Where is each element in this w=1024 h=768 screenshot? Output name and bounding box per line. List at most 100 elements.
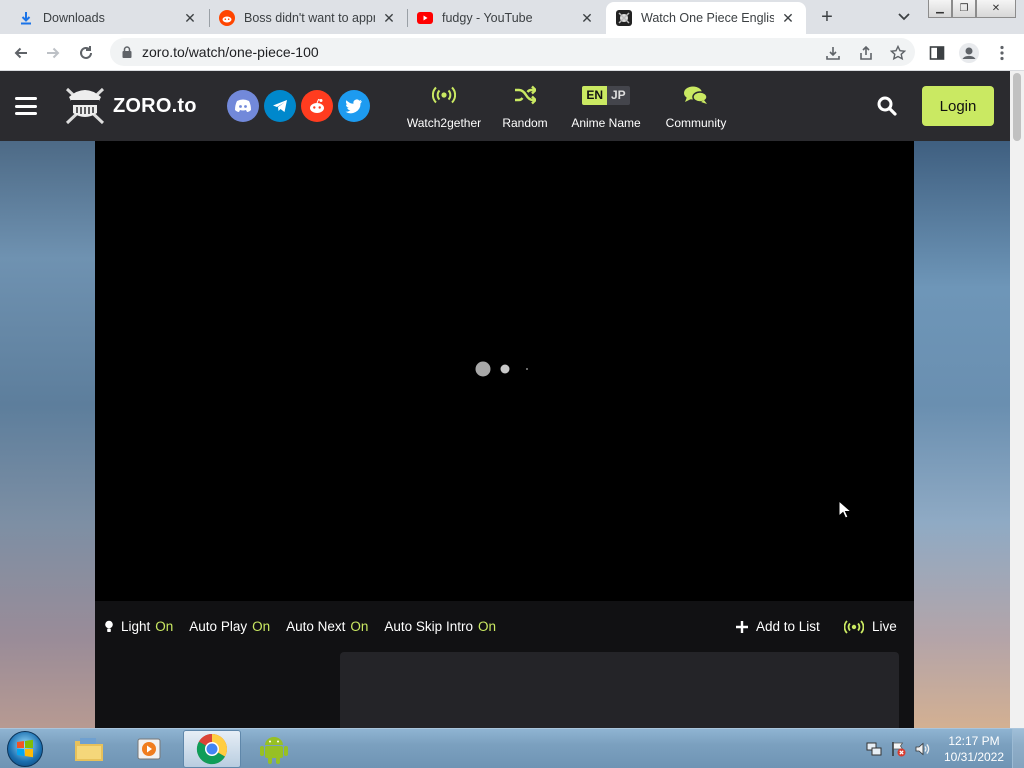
install-icon[interactable] bbox=[822, 42, 844, 64]
media-player-icon bbox=[137, 738, 161, 760]
show-desktop-button[interactable] bbox=[1012, 729, 1024, 768]
youtube-icon bbox=[417, 10, 433, 26]
clock-time: 12:17 PM bbox=[948, 734, 1000, 748]
plus-icon bbox=[736, 620, 748, 633]
nav-watch2gether[interactable]: Watch2gether bbox=[405, 83, 483, 130]
page-scrollbar[interactable] bbox=[1010, 71, 1024, 728]
tab-title: fudgy - YouTube bbox=[442, 11, 533, 25]
taskbar-app-media-player[interactable] bbox=[121, 730, 179, 768]
taskbar-app-android[interactable] bbox=[245, 730, 303, 768]
nav-label: Anime Name bbox=[571, 116, 641, 130]
lang-jp[interactable]: JP bbox=[607, 86, 630, 105]
twitter-icon[interactable] bbox=[338, 90, 370, 122]
windows-taskbar: 12:17 PM 10/31/2022 bbox=[0, 728, 1024, 768]
bookmark-star-icon[interactable] bbox=[887, 42, 909, 64]
file-explorer-icon bbox=[75, 738, 103, 761]
minimize-icon[interactable]: ▁ bbox=[928, 0, 952, 18]
reload-icon[interactable] bbox=[75, 42, 97, 64]
light-toggle[interactable]: Light On bbox=[105, 619, 173, 634]
restore-icon[interactable]: ❐ bbox=[952, 0, 976, 18]
nav-random[interactable]: Random bbox=[501, 83, 549, 130]
nav-anime-name[interactable]: EN JP Anime Name bbox=[568, 83, 644, 130]
back-icon[interactable] bbox=[10, 42, 32, 64]
add-to-list-label: Add to List bbox=[756, 619, 820, 634]
close-tab-icon[interactable]: ✕ bbox=[780, 10, 796, 26]
new-tab-icon[interactable]: + bbox=[816, 6, 838, 28]
hamburger-menu-icon[interactable] bbox=[15, 97, 37, 115]
mouse-cursor-icon bbox=[838, 500, 852, 519]
side-panel-icon[interactable] bbox=[926, 42, 948, 64]
reddit-icon[interactable] bbox=[301, 90, 333, 122]
autoplay-label: Auto Play bbox=[189, 619, 248, 634]
taskbar-app-chrome[interactable] bbox=[183, 730, 241, 768]
lang-en[interactable]: EN bbox=[582, 85, 607, 105]
tab-youtube[interactable]: fudgy - YouTube ✕ bbox=[407, 2, 605, 34]
login-button[interactable]: Login bbox=[922, 86, 994, 126]
taskbar-clock[interactable]: 12:17 PM 10/31/2022 bbox=[940, 733, 1008, 765]
tab-title: Watch One Piece English bbox=[641, 11, 774, 25]
volume-icon[interactable] bbox=[914, 741, 930, 757]
nav-community[interactable]: Community bbox=[662, 83, 730, 130]
telegram-icon[interactable] bbox=[264, 90, 296, 122]
autonext-label: Auto Next bbox=[286, 619, 346, 634]
tab-zoro-active[interactable]: Watch One Piece English ✕ bbox=[606, 2, 806, 34]
taskbar-app-explorer[interactable] bbox=[60, 730, 118, 768]
lock-icon[interactable] bbox=[120, 45, 134, 59]
site-header: ZORO.to Watch2gether Random EN JP Anime … bbox=[0, 71, 1010, 141]
close-tab-icon[interactable]: ✕ bbox=[579, 10, 595, 26]
search-icon[interactable] bbox=[876, 95, 898, 117]
light-state: On bbox=[155, 619, 174, 634]
start-button-icon[interactable] bbox=[7, 731, 43, 767]
background-art-right bbox=[914, 141, 1010, 728]
close-tab-icon[interactable]: ✕ bbox=[182, 10, 198, 26]
shuffle-icon bbox=[514, 83, 536, 107]
autonext-state: On bbox=[350, 619, 369, 634]
tab-reddit[interactable]: Boss didn't want to appro ✕ bbox=[209, 2, 407, 34]
autoplay-toggle[interactable]: Auto Play On bbox=[189, 619, 270, 634]
nav-label: Community bbox=[665, 116, 727, 130]
tab-search-chevron-icon[interactable] bbox=[894, 8, 914, 26]
tab-title: Downloads bbox=[43, 11, 105, 25]
broadcast-icon bbox=[432, 83, 456, 107]
action-center-flag-icon[interactable] bbox=[890, 741, 906, 757]
tab-title: Boss didn't want to appro bbox=[244, 11, 375, 25]
logo-text: ZORO.to bbox=[113, 94, 197, 117]
browser-toolbar: zoro.to/watch/one-piece-100 bbox=[0, 34, 1024, 71]
clock-date: 10/31/2022 bbox=[943, 750, 1005, 764]
close-tab-icon[interactable]: ✕ bbox=[381, 10, 397, 26]
android-icon bbox=[260, 737, 288, 764]
add-to-list-button[interactable]: Add to List bbox=[736, 601, 820, 652]
chrome-icon bbox=[196, 734, 228, 765]
broadcast-icon bbox=[844, 619, 864, 634]
episode-section bbox=[95, 652, 914, 728]
light-label: Light bbox=[121, 619, 151, 634]
chat-bubbles-icon bbox=[683, 83, 709, 107]
loading-spinner-icon bbox=[475, 361, 528, 377]
close-window-icon[interactable]: ✕ bbox=[976, 0, 1016, 18]
video-player[interactable] bbox=[95, 141, 914, 601]
reddit-icon bbox=[219, 10, 235, 26]
site-logo[interactable]: ZORO.to bbox=[63, 85, 197, 127]
profile-avatar-icon[interactable] bbox=[958, 42, 980, 64]
discord-icon[interactable] bbox=[227, 90, 259, 122]
tab-downloads[interactable]: Downloads ✕ bbox=[8, 2, 208, 34]
scrollbar-thumb[interactable] bbox=[1013, 73, 1021, 141]
url-text: zoro.to/watch/one-piece-100 bbox=[142, 44, 319, 60]
forward-icon[interactable] bbox=[42, 42, 64, 64]
background-art-left bbox=[0, 141, 95, 728]
nav-label: Watch2gether bbox=[406, 116, 482, 130]
share-icon[interactable] bbox=[855, 42, 877, 64]
network-icon[interactable] bbox=[866, 741, 882, 757]
autonext-toggle[interactable]: Auto Next On bbox=[286, 619, 368, 634]
player-control-bar: Light On Auto Play On Auto Next On Auto … bbox=[95, 601, 914, 652]
live-button[interactable]: Live bbox=[844, 601, 897, 652]
browser-tab-strip: Downloads ✕ Boss didn't want to appro ✕ … bbox=[0, 0, 1024, 34]
autoskip-intro-toggle[interactable]: Auto Skip Intro On bbox=[384, 619, 496, 634]
live-label: Live bbox=[872, 619, 897, 634]
zoro-icon bbox=[616, 10, 632, 26]
zoro-logo-icon bbox=[65, 87, 105, 125]
menu-kebab-icon[interactable] bbox=[991, 42, 1013, 64]
language-toggle[interactable]: EN JP bbox=[582, 83, 630, 107]
address-bar[interactable]: zoro.to/watch/one-piece-100 bbox=[110, 38, 915, 66]
server-panel bbox=[340, 652, 899, 728]
